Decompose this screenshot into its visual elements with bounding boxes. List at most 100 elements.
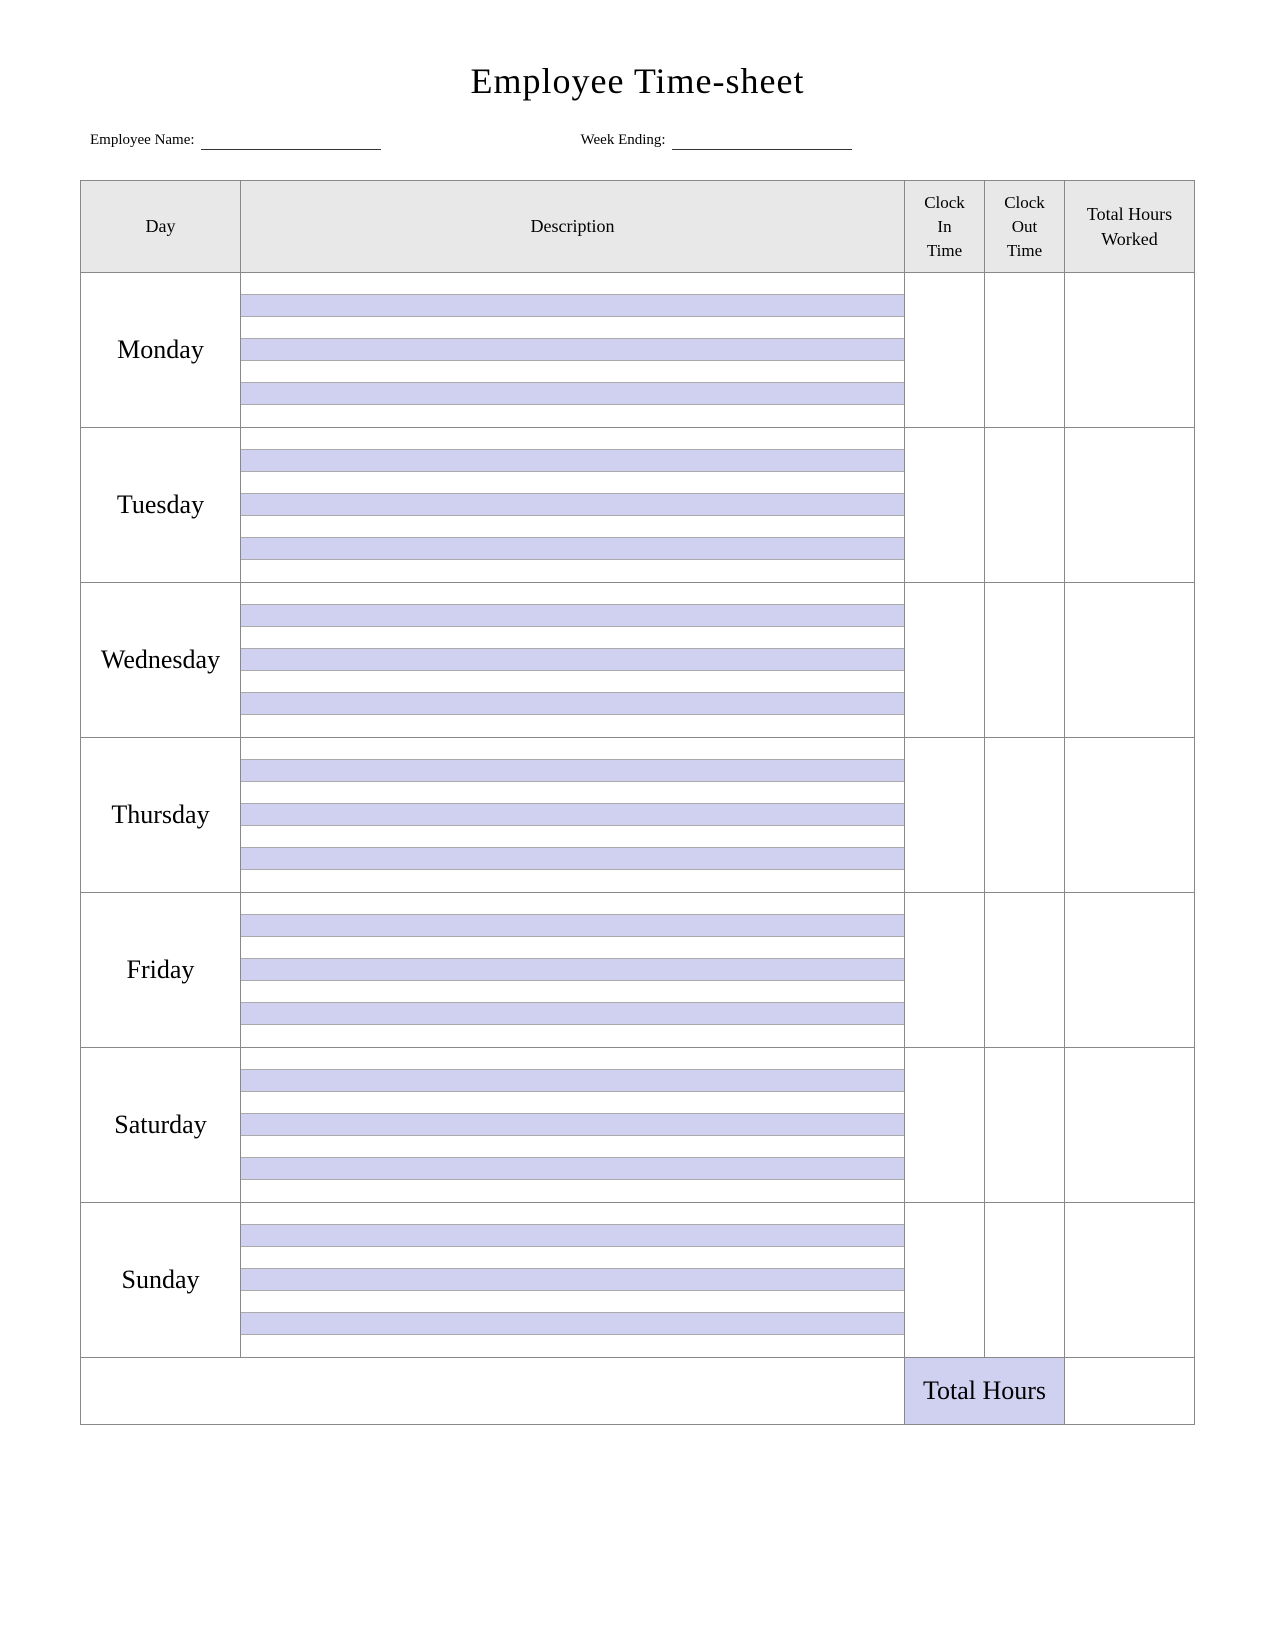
description-line[interactable]	[241, 937, 904, 959]
description-line[interactable]	[241, 538, 904, 560]
description-line[interactable]	[241, 870, 904, 892]
description-line[interactable]	[241, 428, 904, 450]
total-hours-cell-friday[interactable]	[1065, 893, 1195, 1048]
total-hours-cell-wednesday[interactable]	[1065, 583, 1195, 738]
clock-out-cell-tuesday[interactable]	[985, 428, 1065, 583]
description-line[interactable]	[241, 1203, 904, 1225]
timesheet-table: Day Description ClockInTime ClockOutTime…	[80, 180, 1195, 1425]
total-hours-row: Total Hours	[81, 1358, 1195, 1425]
clock-out-cell-wednesday[interactable]	[985, 583, 1065, 738]
total-hours-cell-monday[interactable]	[1065, 273, 1195, 428]
clock-in-cell-thursday[interactable]	[905, 738, 985, 893]
description-column-header: Description	[241, 181, 905, 273]
description-line[interactable]	[241, 361, 904, 383]
clock-out-cell-saturday[interactable]	[985, 1048, 1065, 1203]
clock-out-cell-thursday[interactable]	[985, 738, 1065, 893]
description-line[interactable]	[241, 649, 904, 671]
employee-label: Employee Name:	[90, 132, 195, 149]
description-line[interactable]	[241, 1070, 904, 1092]
description-line[interactable]	[241, 516, 904, 538]
description-line[interactable]	[241, 583, 904, 605]
day-cell-monday: Monday	[81, 273, 241, 428]
clock-in-cell-saturday[interactable]	[905, 1048, 985, 1203]
description-line[interactable]	[241, 317, 904, 339]
description-line[interactable]	[241, 295, 904, 317]
description-line[interactable]	[241, 826, 904, 848]
day-cell-sunday: Sunday	[81, 1203, 241, 1358]
description-line[interactable]	[241, 405, 904, 427]
description-line[interactable]	[241, 339, 904, 361]
day-cell-saturday: Saturday	[81, 1048, 241, 1203]
description-line[interactable]	[241, 1313, 904, 1335]
description-line[interactable]	[241, 1025, 904, 1047]
description-line[interactable]	[241, 1269, 904, 1291]
description-line[interactable]	[241, 383, 904, 405]
description-line[interactable]	[241, 693, 904, 715]
description-cell-monday[interactable]	[241, 273, 905, 428]
description-line[interactable]	[241, 959, 904, 981]
description-line[interactable]	[241, 671, 904, 693]
clock-in-cell-sunday[interactable]	[905, 1203, 985, 1358]
day-cell-wednesday: Wednesday	[81, 583, 241, 738]
day-cell-tuesday: Tuesday	[81, 428, 241, 583]
description-line[interactable]	[241, 915, 904, 937]
description-line[interactable]	[241, 450, 904, 472]
clock-in-cell-friday[interactable]	[905, 893, 985, 1048]
description-line[interactable]	[241, 605, 904, 627]
description-line[interactable]	[241, 1335, 904, 1357]
description-line[interactable]	[241, 782, 904, 804]
total-hours-value[interactable]	[1065, 1358, 1195, 1425]
table-row: Tuesday	[81, 428, 1195, 583]
description-line[interactable]	[241, 760, 904, 782]
total-hours-cell-thursday[interactable]	[1065, 738, 1195, 893]
description-line[interactable]	[241, 494, 904, 516]
description-line[interactable]	[241, 715, 904, 737]
day-cell-thursday: Thursday	[81, 738, 241, 893]
description-line[interactable]	[241, 1114, 904, 1136]
week-ending-value[interactable]	[672, 130, 852, 150]
week-label: Week Ending:	[581, 132, 666, 149]
description-line[interactable]	[241, 1136, 904, 1158]
employee-name-value[interactable]	[201, 130, 381, 150]
description-line[interactable]	[241, 1048, 904, 1070]
day-cell-friday: Friday	[81, 893, 241, 1048]
table-row: Saturday	[81, 1048, 1195, 1203]
description-line[interactable]	[241, 1291, 904, 1313]
description-cell-friday[interactable]	[241, 893, 905, 1048]
description-line[interactable]	[241, 1158, 904, 1180]
total-hours-cell-tuesday[interactable]	[1065, 428, 1195, 583]
total-hours-label: Total Hours	[905, 1358, 1065, 1425]
clock-out-cell-friday[interactable]	[985, 893, 1065, 1048]
clock-in-cell-tuesday[interactable]	[905, 428, 985, 583]
description-line[interactable]	[241, 273, 904, 295]
description-line[interactable]	[241, 1092, 904, 1114]
table-row: Monday	[81, 273, 1195, 428]
description-cell-sunday[interactable]	[241, 1203, 905, 1358]
clock-in-cell-wednesday[interactable]	[905, 583, 985, 738]
description-line[interactable]	[241, 1003, 904, 1025]
description-line[interactable]	[241, 472, 904, 494]
total-hours-cell-saturday[interactable]	[1065, 1048, 1195, 1203]
description-line[interactable]	[241, 627, 904, 649]
clock-out-cell-monday[interactable]	[985, 273, 1065, 428]
total-hours-cell-sunday[interactable]	[1065, 1203, 1195, 1358]
description-line[interactable]	[241, 1225, 904, 1247]
description-line[interactable]	[241, 560, 904, 582]
description-line[interactable]	[241, 981, 904, 1003]
day-column-header: Day	[81, 181, 241, 273]
description-line[interactable]	[241, 893, 904, 915]
description-cell-wednesday[interactable]	[241, 583, 905, 738]
description-line[interactable]	[241, 1180, 904, 1202]
total-hours-worked-column-header: Total Hours Worked	[1065, 181, 1195, 273]
employee-name-field: Employee Name:	[90, 130, 381, 150]
description-line[interactable]	[241, 738, 904, 760]
clock-in-cell-monday[interactable]	[905, 273, 985, 428]
description-line[interactable]	[241, 848, 904, 870]
description-cell-saturday[interactable]	[241, 1048, 905, 1203]
description-cell-tuesday[interactable]	[241, 428, 905, 583]
clock-out-cell-sunday[interactable]	[985, 1203, 1065, 1358]
description-line[interactable]	[241, 1247, 904, 1269]
description-cell-thursday[interactable]	[241, 738, 905, 893]
description-line[interactable]	[241, 804, 904, 826]
meta-row: Employee Name: Week Ending:	[80, 130, 1195, 150]
